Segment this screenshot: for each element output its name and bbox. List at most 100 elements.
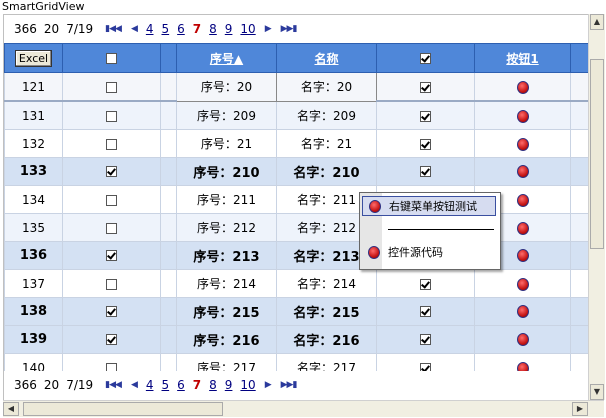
red-ball-button-icon[interactable] [516, 165, 529, 178]
row-select-checkbox[interactable] [106, 138, 117, 150]
page-link-4[interactable]: 4 [146, 22, 154, 36]
pager-total: 366 [14, 22, 37, 36]
table-row[interactable]: 121 序号：20 名字：20 [4, 72, 588, 102]
row-select-cell [62, 129, 161, 158]
row-number-cell: 137 [4, 269, 63, 298]
flag-all-checkbox[interactable] [420, 53, 431, 64]
table-row[interactable]: 133 序号：210 名字：210 [4, 157, 588, 186]
page-link-8[interactable]: 8 [209, 22, 217, 36]
context-menu-item-source-code[interactable]: 控件源代码 [362, 242, 496, 262]
page-link-4[interactable]: 4 [146, 378, 154, 392]
scroll-left-icon[interactable]: ◀ [3, 402, 19, 416]
next-page-icon[interactable]: ▶ [265, 24, 272, 34]
spacer-cell [160, 157, 177, 186]
scroll-right-icon[interactable]: ▶ [572, 402, 588, 416]
page-link-10[interactable]: 10 [240, 378, 255, 392]
row-flag-checkbox[interactable] [420, 110, 431, 122]
red-ball-button-icon[interactable] [516, 277, 529, 291]
page-link-6[interactable]: 6 [177, 378, 185, 392]
row-flag-checkbox[interactable] [420, 166, 431, 177]
vertical-scroll-thumb[interactable] [590, 59, 604, 249]
flag-cell [376, 100, 475, 130]
vertical-scrollbar[interactable]: ▲ ▼ [588, 14, 605, 400]
scroll-down-icon[interactable]: ▼ [590, 384, 604, 400]
page-link-8[interactable]: 8 [209, 378, 217, 392]
page-link-9[interactable]: 9 [225, 22, 233, 36]
pager-page-info-bottom: 7/19 [66, 378, 94, 392]
button-header-label[interactable]: 按钮1 [506, 52, 538, 66]
seq-cell: 序号：209 [176, 100, 277, 130]
name-cell: 名字：20 [276, 72, 377, 102]
last-page-icon[interactable]: ▶▶▮ [281, 380, 298, 390]
prev-page-icon[interactable]: ◀ [131, 380, 138, 390]
row-select-cell [62, 100, 161, 130]
row-flag-checkbox[interactable] [420, 306, 431, 317]
row-number-cell: 132 [4, 129, 63, 158]
red-ball-button-icon[interactable] [516, 333, 529, 346]
page-current-7: 7 [192, 378, 202, 392]
last-page-icon[interactable]: ▶▶▮ [281, 24, 298, 34]
table-row[interactable]: 131 序号：209 名字：209 [4, 100, 588, 130]
red-ball-button-icon[interactable] [516, 249, 529, 262]
scroll-up-icon[interactable]: ▲ [590, 14, 604, 30]
horizontal-scroll-thumb[interactable] [23, 402, 223, 416]
name-cell: 名字：209 [276, 100, 377, 130]
table-row[interactable]: 138 序号：215 名字：215 [4, 297, 588, 326]
name-column-header[interactable]: 名称 [276, 43, 377, 73]
page-link-5[interactable]: 5 [162, 22, 170, 36]
spacer-cell [160, 185, 177, 214]
button-cell [474, 297, 571, 326]
seq-cell: 序号：216 [176, 325, 277, 354]
red-ball-button-icon[interactable] [516, 109, 529, 123]
red-ball-button-icon[interactable] [516, 305, 529, 318]
page-link-6[interactable]: 6 [177, 22, 185, 36]
row-flag-checkbox[interactable] [420, 334, 431, 345]
context-menu-item-button-test[interactable]: 右键菜单按钮测试 [362, 196, 496, 216]
row-flag-checkbox[interactable] [420, 278, 431, 290]
row-number-cell: 134 [4, 185, 63, 214]
name-header-label[interactable]: 名称 [314, 52, 338, 66]
name-cell: 名字：215 [276, 297, 377, 326]
excel-export-button[interactable]: Excel [14, 49, 53, 67]
page-link-9[interactable]: 9 [225, 378, 233, 392]
select-all-checkbox[interactable] [106, 53, 117, 64]
page-link-5[interactable]: 5 [162, 378, 170, 392]
row-select-checkbox[interactable] [106, 250, 117, 261]
button-column-header[interactable]: 按钮1 [474, 43, 571, 73]
first-page-icon[interactable]: ▮◀◀ [105, 24, 122, 34]
row-select-checkbox[interactable] [106, 110, 117, 122]
extra-cell [570, 100, 588, 130]
red-ball-button-icon[interactable] [516, 221, 529, 235]
horizontal-scrollbar[interactable]: ◀ ▶ [3, 400, 604, 417]
button-cell [474, 269, 571, 298]
extra-cell [570, 72, 588, 102]
context-menu-item-label: 控件源代码 [388, 246, 443, 259]
red-ball-button-icon[interactable] [516, 137, 529, 151]
seq-column-header[interactable]: 序号▲ [176, 43, 277, 73]
prev-page-icon[interactable]: ◀ [131, 24, 138, 34]
row-select-checkbox[interactable] [106, 278, 117, 290]
row-select-checkbox[interactable] [106, 222, 117, 234]
red-ball-button-icon[interactable] [516, 80, 529, 94]
spacer-cell [160, 241, 177, 270]
row-select-checkbox[interactable] [106, 306, 117, 317]
spacer-cell [160, 72, 177, 102]
row-select-checkbox[interactable] [106, 81, 117, 93]
table-row[interactable]: 137 序号：214 名字：214 [4, 269, 588, 298]
next-page-icon[interactable]: ▶ [265, 380, 272, 390]
row-flag-checkbox[interactable] [420, 81, 431, 93]
seq-header-label[interactable]: 序号▲ [210, 52, 243, 66]
row-flag-checkbox[interactable] [420, 138, 431, 150]
row-select-checkbox[interactable] [106, 334, 117, 345]
name-cell: 名字：210 [276, 157, 377, 186]
extra-cell [570, 241, 588, 270]
name-cell: 名字：21 [276, 129, 377, 158]
row-select-checkbox[interactable] [106, 166, 117, 177]
red-ball-button-icon[interactable] [516, 193, 529, 207]
first-page-icon[interactable]: ▮◀◀ [105, 380, 122, 390]
page-link-10[interactable]: 10 [240, 22, 255, 36]
table-row[interactable]: 132 序号：21 名字：21 [4, 129, 588, 158]
table-row[interactable]: 139 序号：216 名字：216 [4, 325, 588, 354]
row-select-checkbox[interactable] [106, 194, 117, 206]
seq-cell: 序号：214 [176, 269, 277, 298]
